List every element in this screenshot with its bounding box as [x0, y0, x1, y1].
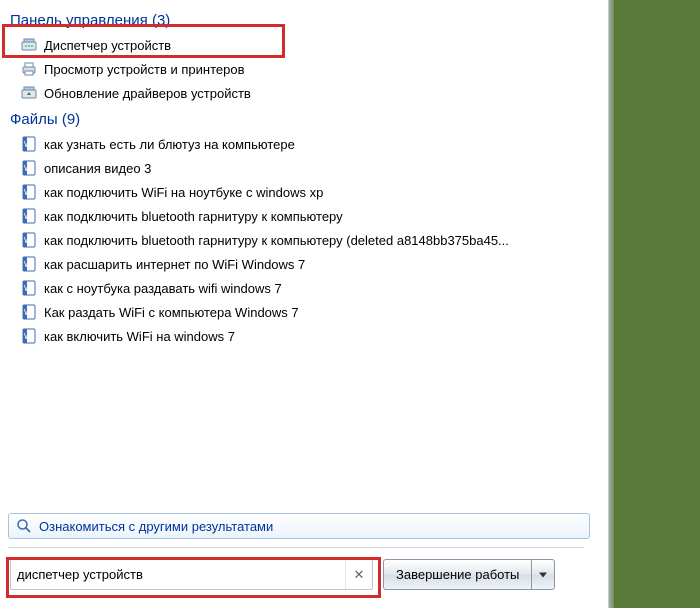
- word-document-icon: W: [20, 159, 38, 177]
- svg-text:W: W: [24, 284, 32, 293]
- word-document-icon: W: [20, 135, 38, 153]
- result-label: Как раздать WiFi с компьютера Windows 7: [44, 305, 299, 320]
- result-file[interactable]: W как подключить bluetooth гарнитуру к к…: [0, 228, 608, 252]
- word-document-icon: W: [20, 231, 38, 249]
- result-label: как подключить WiFi на ноутбуке с window…: [44, 185, 323, 200]
- result-update-drivers[interactable]: Обновление драйверов устройств: [0, 81, 608, 105]
- svg-text:W: W: [24, 260, 32, 269]
- shutdown-label: Завершение работы: [396, 567, 519, 582]
- close-icon: ✕: [354, 567, 365, 583]
- see-more-label: Ознакомиться с другими результатами: [39, 519, 273, 534]
- word-document-icon: W: [20, 207, 38, 225]
- word-document-icon: W: [20, 327, 38, 345]
- start-menu-search-window: Панель управления (3) Диспетчер устройст…: [0, 0, 609, 608]
- result-label: описания видео 3: [44, 161, 151, 176]
- result-label: как подключить bluetooth гарнитуру к ком…: [44, 233, 509, 248]
- word-document-icon: W: [20, 303, 38, 321]
- clear-search-button[interactable]: ✕: [345, 560, 372, 589]
- section-header-control-panel: Панель управления (3): [0, 6, 608, 33]
- svg-text:W: W: [24, 332, 32, 341]
- result-label: как включить WiFi на windows 7: [44, 329, 235, 344]
- result-file[interactable]: W как узнать есть ли блютуз на компьютер…: [0, 132, 608, 156]
- result-label: как с ноутбука раздавать wifi windows 7: [44, 281, 282, 296]
- result-file[interactable]: W как подключить bluetooth гарнитуру к к…: [0, 204, 608, 228]
- search-bar: ✕: [10, 559, 373, 590]
- result-file[interactable]: W как подключить WiFi на ноутбуке с wind…: [0, 180, 608, 204]
- shutdown-group: Завершение работы: [383, 559, 555, 588]
- word-document-icon: W: [20, 279, 38, 297]
- result-file[interactable]: W описания видео 3: [0, 156, 608, 180]
- result-file[interactable]: W Как раздать WiFi с компьютера Windows …: [0, 300, 608, 324]
- svg-text:W: W: [24, 212, 32, 221]
- result-label: как расшарить интернет по WiFi Windows 7: [44, 257, 305, 272]
- shutdown-menu-button[interactable]: [531, 559, 555, 590]
- svg-text:W: W: [24, 140, 32, 149]
- result-devices-printers[interactable]: Просмотр устройств и принтеров: [0, 57, 608, 81]
- result-label: Просмотр устройств и принтеров: [44, 62, 244, 77]
- svg-text:W: W: [24, 308, 32, 317]
- control-panel-icon: [20, 84, 38, 102]
- search-icon: [15, 517, 33, 535]
- result-device-manager[interactable]: Диспетчер устройств: [0, 33, 608, 57]
- svg-text:W: W: [24, 236, 32, 245]
- control-panel-icon: [20, 36, 38, 54]
- see-more-results[interactable]: Ознакомиться с другими результатами: [8, 513, 590, 539]
- result-label: как узнать есть ли блютуз на компьютере: [44, 137, 295, 152]
- result-label: как подключить bluetooth гарнитуру к ком…: [44, 209, 343, 224]
- result-file[interactable]: W как с ноутбука раздавать wifi windows …: [0, 276, 608, 300]
- result-file[interactable]: W как расшарить интернет по WiFi Windows…: [0, 252, 608, 276]
- word-document-icon: W: [20, 183, 38, 201]
- svg-text:W: W: [24, 164, 32, 173]
- shutdown-button[interactable]: Завершение работы: [383, 559, 531, 590]
- section-header-files: Файлы (9): [0, 105, 608, 132]
- word-document-icon: W: [20, 255, 38, 273]
- result-label: Обновление драйверов устройств: [44, 86, 251, 101]
- printer-icon: [20, 60, 38, 78]
- result-file[interactable]: W как включить WiFi на windows 7: [0, 324, 608, 348]
- svg-text:W: W: [24, 188, 32, 197]
- separator: [8, 547, 584, 548]
- search-results: Панель управления (3) Диспетчер устройст…: [0, 0, 608, 348]
- search-input[interactable]: [11, 567, 345, 582]
- result-label: Диспетчер устройств: [44, 38, 171, 53]
